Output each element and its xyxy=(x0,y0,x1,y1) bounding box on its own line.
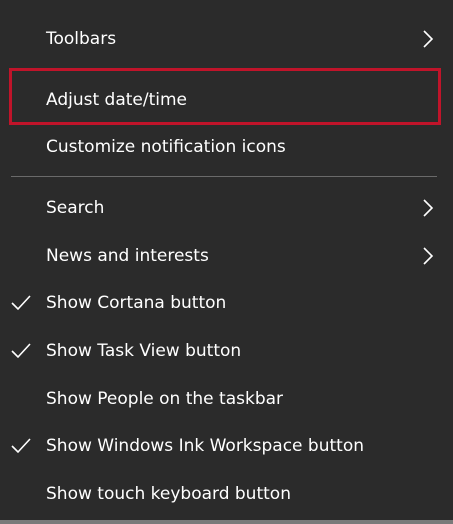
chevron-right-icon xyxy=(423,247,434,265)
checkmark-icon xyxy=(11,295,31,311)
menu-separator xyxy=(11,176,437,177)
menu-item-label: Toolbars xyxy=(46,29,117,49)
menu-item-label: Show People on the taskbar xyxy=(46,389,284,409)
chevron-right-icon xyxy=(423,199,434,217)
menu-item-label: Show Windows Ink Workspace button xyxy=(46,436,364,456)
menu-item-show-task-view-button[interactable]: Show Task View button xyxy=(0,331,453,371)
menu-item-label: Show Task View button xyxy=(46,341,242,361)
menu-item-label: Customize notification icons xyxy=(46,137,286,157)
menu-bottom-edge xyxy=(0,520,453,524)
menu-item-show-windows-ink-workspace-button[interactable]: Show Windows Ink Workspace button xyxy=(0,426,453,466)
menu-item-toolbars[interactable]: Toolbars xyxy=(0,19,453,59)
menu-item-customize-notification-icons[interactable]: Customize notification icons xyxy=(0,127,453,167)
menu-item-label: News and interests xyxy=(46,246,209,266)
menu-item-search[interactable]: Search xyxy=(0,188,453,228)
menu-item-news-and-interests[interactable]: News and interests xyxy=(0,236,453,276)
menu-item-adjust-date-time[interactable]: Adjust date/time xyxy=(0,80,453,120)
menu-item-label: Adjust date/time xyxy=(46,90,188,110)
taskbar-context-menu: Toolbars Adjust date/time Customize noti… xyxy=(0,0,453,524)
menu-item-label: Show touch keyboard button xyxy=(46,484,291,504)
checkmark-icon xyxy=(11,343,31,359)
menu-item-label: Search xyxy=(46,198,105,218)
menu-item-show-touch-keyboard-button[interactable]: Show touch keyboard button xyxy=(0,474,453,514)
checkmark-icon xyxy=(11,438,31,454)
menu-item-show-people-on-taskbar[interactable]: Show People on the taskbar xyxy=(0,379,453,419)
menu-item-label: Show Cortana button xyxy=(46,293,227,313)
chevron-right-icon xyxy=(423,30,434,48)
menu-item-show-cortana-button[interactable]: Show Cortana button xyxy=(0,283,453,323)
